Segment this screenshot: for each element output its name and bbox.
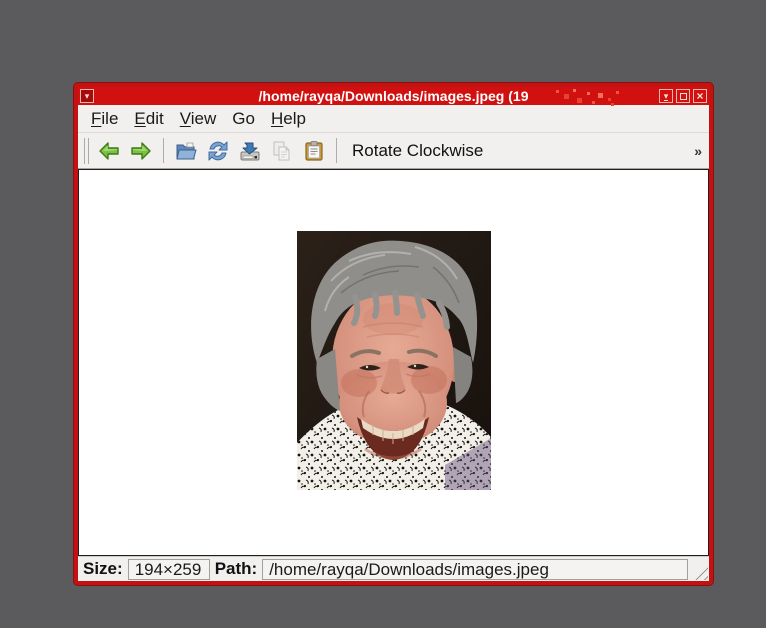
image-view[interactable] — [78, 169, 709, 556]
minimize-icon: ▾ — [663, 90, 669, 101]
rotate-clockwise-button[interactable]: Rotate Clockwise — [344, 139, 491, 163]
minimize-button[interactable]: ▾ — [659, 89, 673, 103]
save-icon — [240, 142, 260, 160]
forward-icon — [131, 141, 151, 160]
back-button[interactable] — [94, 136, 124, 166]
window-title: /home/rayqa/Downloads/images.jpeg (19 — [258, 88, 529, 104]
close-icon: × — [696, 89, 704, 103]
maximize-button[interactable] — [676, 89, 690, 103]
toolbar-separator — [163, 138, 164, 163]
refresh-icon — [208, 141, 228, 160]
toolbar-separator — [336, 138, 337, 163]
menu-bar: File Edit View Go Help — [78, 105, 709, 133]
window-menu-icon: ▾ — [84, 90, 90, 101]
maximize-icon — [679, 92, 687, 100]
menu-go[interactable]: Go — [224, 107, 263, 131]
desktop: ▾ /home/rayqa/Downloads/images.jpeg (19 … — [0, 0, 766, 628]
toolbar-overflow-chevron[interactable]: » — [694, 143, 702, 159]
copy-icon — [273, 141, 290, 160]
forward-button[interactable] — [126, 136, 156, 166]
window-controls: ▾ × — [659, 89, 707, 103]
image-viewer-window: ▾ /home/rayqa/Downloads/images.jpeg (19 … — [74, 83, 713, 585]
copy-button[interactable] — [267, 136, 297, 166]
toolbar: Rotate Clockwise » — [78, 133, 709, 169]
menu-help[interactable]: Help — [263, 107, 314, 131]
window-menu-button[interactable]: ▾ — [80, 89, 94, 103]
toolbar-drag-handle[interactable] — [84, 137, 89, 164]
status-bar: Size: 194×259 Path: /home/rayqa/Download… — [78, 556, 709, 581]
size-label: Size: — [83, 559, 123, 578]
paste-icon — [305, 140, 323, 161]
path-label: Path: — [214, 559, 258, 578]
menu-edit[interactable]: Edit — [126, 107, 171, 131]
save-button[interactable] — [235, 136, 265, 166]
resize-grip[interactable] — [691, 563, 708, 580]
refresh-button[interactable] — [203, 136, 233, 166]
menu-file[interactable]: File — [83, 107, 126, 131]
menu-view[interactable]: View — [172, 107, 225, 131]
back-icon — [99, 141, 119, 160]
titlebar-artifact-pixels — [556, 90, 559, 93]
open-button[interactable] — [171, 136, 201, 166]
open-folder-icon — [176, 142, 197, 159]
size-value: 194×259 — [127, 558, 210, 580]
close-button[interactable]: × — [693, 89, 707, 103]
paste-button[interactable] — [299, 136, 329, 166]
photo — [296, 231, 491, 490]
path-value: /home/rayqa/Downloads/images.jpeg — [262, 558, 689, 580]
titlebar[interactable]: ▾ /home/rayqa/Downloads/images.jpeg (19 … — [78, 87, 709, 105]
